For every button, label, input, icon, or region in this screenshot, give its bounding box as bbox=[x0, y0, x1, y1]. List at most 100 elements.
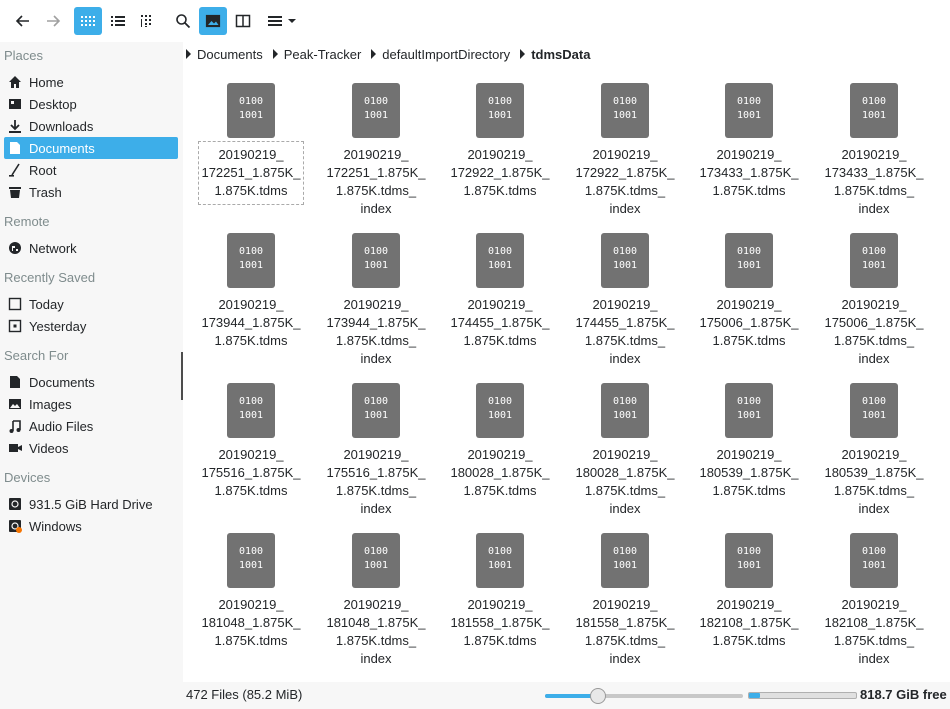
sidebar-item-yesterday[interactable]: Yesterday bbox=[4, 315, 178, 337]
menu-button[interactable] bbox=[262, 7, 302, 35]
file-name: 20190219_ 172922_1.875K_ 1.875K.tdms bbox=[450, 147, 550, 198]
file-item[interactable]: 0100 1001 20190219_ 173433_1.875K_ 1.875K… bbox=[819, 80, 929, 230]
section-recently-saved: Recently Saved bbox=[4, 270, 96, 285]
sidebar-item-search-documents[interactable]: Documents bbox=[4, 371, 178, 393]
sidebar-item-audio-files[interactable]: Audio Files bbox=[4, 415, 178, 437]
chevron-right-icon bbox=[520, 49, 526, 59]
sidebar-item-documents[interactable]: Documents bbox=[4, 137, 178, 159]
file-item[interactable]: 0100 1001 20190219_ 173944_1.875K_ 1.875K… bbox=[196, 230, 306, 380]
file-icon-text: 0100 1001 bbox=[238, 396, 264, 421]
file-item[interactable]: 0100 1001 20190219_ 174455_1.875K_ 1.875K… bbox=[445, 230, 555, 380]
file-count-label: 472 Files (85.2 MiB) bbox=[186, 687, 303, 702]
file-item[interactable]: 0100 1001 20190219_ 180539_1.875K_ 1.875K… bbox=[694, 380, 804, 530]
split-view-icon bbox=[235, 14, 251, 28]
file-icon-text: 0100 1001 bbox=[861, 96, 887, 121]
compact-view-button[interactable] bbox=[104, 7, 132, 35]
file-item[interactable]: 0100 1001 20190219_ 173944_1.875K_ 1.875K… bbox=[321, 230, 431, 380]
file-item[interactable]: 0100 1001 20190219_ 175516_1.875K_ 1.875K… bbox=[321, 380, 431, 530]
file-item[interactable]: 0100 1001 20190219_ 172922_1.875K_ 1.875K… bbox=[445, 80, 555, 230]
binary-file-icon: 0100 1001 bbox=[850, 533, 898, 588]
sidebar-item-downloads[interactable]: Downloads bbox=[4, 115, 178, 137]
breadcrumb-item-documents[interactable]: Documents bbox=[186, 47, 263, 62]
section-devices: Devices bbox=[4, 470, 51, 485]
breadcrumb-item-peak-tracker[interactable]: Peak-Tracker bbox=[272, 47, 361, 62]
binary-file-icon: 0100 1001 bbox=[352, 383, 400, 438]
binary-file-icon: 0100 1001 bbox=[352, 83, 400, 138]
music-icon bbox=[7, 418, 23, 434]
file-item[interactable]: 0100 1001 20190219_ 180539_1.875K_ 1.875K… bbox=[819, 380, 929, 530]
network-icon bbox=[7, 240, 23, 256]
file-item[interactable]: 0100 1001 20190219_ 172922_1.875K_ 1.875K… bbox=[570, 80, 680, 230]
file-item[interactable]: 0100 1001 20190219_ 173433_1.875K_ 1.875K… bbox=[694, 80, 804, 230]
forward-button[interactable] bbox=[39, 7, 67, 35]
sidebar-item-trash[interactable]: Trash bbox=[4, 181, 178, 203]
back-button[interactable] bbox=[9, 7, 37, 35]
file-item[interactable]: 0100 1001 20190219_ 175006_1.875K_ 1.875K… bbox=[819, 230, 929, 380]
sidebar-item-root[interactable]: Root bbox=[4, 159, 178, 181]
file-item[interactable]: 0100 1001 20190219_ 172251_1.875K_ 1.875K… bbox=[321, 80, 431, 230]
file-item[interactable]: 0100 1001 20190219_ 180028_1.875K_ 1.875K… bbox=[570, 380, 680, 530]
file-name: 20190219_ 172251_1.875K_ 1.875K.tdms bbox=[198, 141, 304, 205]
details-view-button[interactable] bbox=[133, 7, 161, 35]
file-item[interactable]: 0100 1001 20190219_ 172251_1.875K_ 1.875K… bbox=[196, 80, 306, 230]
search-button[interactable] bbox=[169, 7, 197, 35]
details-view-icon bbox=[141, 15, 151, 27]
status-bar: 472 Files (85.2 MiB) 818.7 GiB free bbox=[0, 682, 950, 709]
file-item[interactable]: 0100 1001 20190219_ 181048_1.875K_ 1.875K… bbox=[321, 530, 431, 680]
file-icon-text: 0100 1001 bbox=[363, 246, 389, 271]
file-name: 20190219_ 174455_1.875K_ 1.875K.tdms bbox=[450, 297, 550, 348]
section-places: Places bbox=[4, 48, 44, 63]
hamburger-menu-icon bbox=[268, 16, 282, 26]
file-item[interactable]: 0100 1001 20190219_ 175006_1.875K_ 1.875K… bbox=[694, 230, 804, 380]
binary-file-icon: 0100 1001 bbox=[476, 233, 524, 288]
sidebar-item-label: Windows bbox=[29, 518, 82, 534]
zoom-slider-handle[interactable] bbox=[590, 688, 607, 704]
disk-space-bar bbox=[748, 692, 857, 699]
video-icon bbox=[7, 440, 23, 456]
file-item[interactable]: 0100 1001 20190219_ 181558_1.875K_ 1.875K… bbox=[570, 530, 680, 680]
file-name: 20190219_ 181048_1.875K_ 1.875K.tdms bbox=[201, 597, 301, 648]
sidebar-item-desktop[interactable]: Desktop bbox=[4, 93, 178, 115]
file-name: 20190219_ 172922_1.875K_ 1.875K.tdms_ in… bbox=[575, 147, 675, 216]
file-icon-text: 0100 1001 bbox=[238, 246, 264, 271]
binary-file-icon: 0100 1001 bbox=[476, 533, 524, 588]
file-item[interactable]: 0100 1001 20190219_ 181558_1.875K_ 1.875K… bbox=[445, 530, 555, 680]
file-item[interactable]: 0100 1001 20190219_ 175516_1.875K_ 1.875K… bbox=[196, 380, 306, 530]
breadcrumb-item-default-import-directory[interactable]: defaultImportDirectory bbox=[371, 47, 510, 62]
binary-file-icon: 0100 1001 bbox=[227, 83, 275, 138]
zoom-slider[interactable] bbox=[545, 688, 743, 704]
sidebar-item-today[interactable]: Today bbox=[4, 293, 178, 315]
file-name: 20190219_ 180028_1.875K_ 1.875K.tdms bbox=[450, 447, 550, 498]
trash-icon bbox=[7, 184, 23, 200]
file-item[interactable]: 0100 1001 20190219_ 180028_1.875K_ 1.875K… bbox=[445, 380, 555, 530]
sidebar-item-videos[interactable]: Videos bbox=[4, 437, 178, 459]
sidebar-item-hard-drive[interactable]: 931.5 GiB Hard Drive bbox=[4, 493, 178, 515]
file-icon-text: 0100 1001 bbox=[487, 546, 513, 571]
image-icon bbox=[7, 396, 23, 412]
breadcrumb-item-tdms-data[interactable]: tdmsData bbox=[520, 47, 590, 62]
sidebar-item-label: Network bbox=[29, 240, 77, 256]
split-view-button[interactable] bbox=[229, 7, 257, 35]
binary-file-icon: 0100 1001 bbox=[476, 83, 524, 138]
binary-file-icon: 0100 1001 bbox=[352, 233, 400, 288]
file-icon-text: 0100 1001 bbox=[612, 396, 638, 421]
sidebar-item-images[interactable]: Images bbox=[4, 393, 178, 415]
preview-button[interactable] bbox=[199, 7, 227, 35]
file-name: 20190219_ 172251_1.875K_ 1.875K.tdms_ in… bbox=[326, 147, 426, 216]
file-icon-text: 0100 1001 bbox=[238, 546, 264, 571]
file-item[interactable]: 0100 1001 20190219_ 174455_1.875K_ 1.875K… bbox=[570, 230, 680, 380]
file-name: 20190219_ 182108_1.875K_ 1.875K.tdms bbox=[699, 597, 799, 648]
sidebar-item-network[interactable]: Network bbox=[4, 237, 178, 259]
file-item[interactable]: 0100 1001 20190219_ 181048_1.875K_ 1.875K… bbox=[196, 530, 306, 680]
icons-view-icon bbox=[81, 16, 95, 26]
file-item[interactable]: 0100 1001 20190219_ 182108_1.875K_ 1.875K… bbox=[819, 530, 929, 680]
sidebar-item-home[interactable]: Home bbox=[4, 71, 178, 93]
binary-file-icon: 0100 1001 bbox=[850, 383, 898, 438]
chevron-right-icon bbox=[272, 49, 278, 59]
file-icon-text: 0100 1001 bbox=[487, 396, 513, 421]
icons-view-button[interactable] bbox=[74, 7, 102, 35]
file-item[interactable]: 0100 1001 20190219_ 182108_1.875K_ 1.875K… bbox=[694, 530, 804, 680]
file-name: 20190219_ 173944_1.875K_ 1.875K.tdms bbox=[201, 297, 301, 348]
panel-splitter[interactable] bbox=[181, 352, 183, 400]
sidebar-item-windows[interactable]: Windows bbox=[4, 515, 178, 537]
